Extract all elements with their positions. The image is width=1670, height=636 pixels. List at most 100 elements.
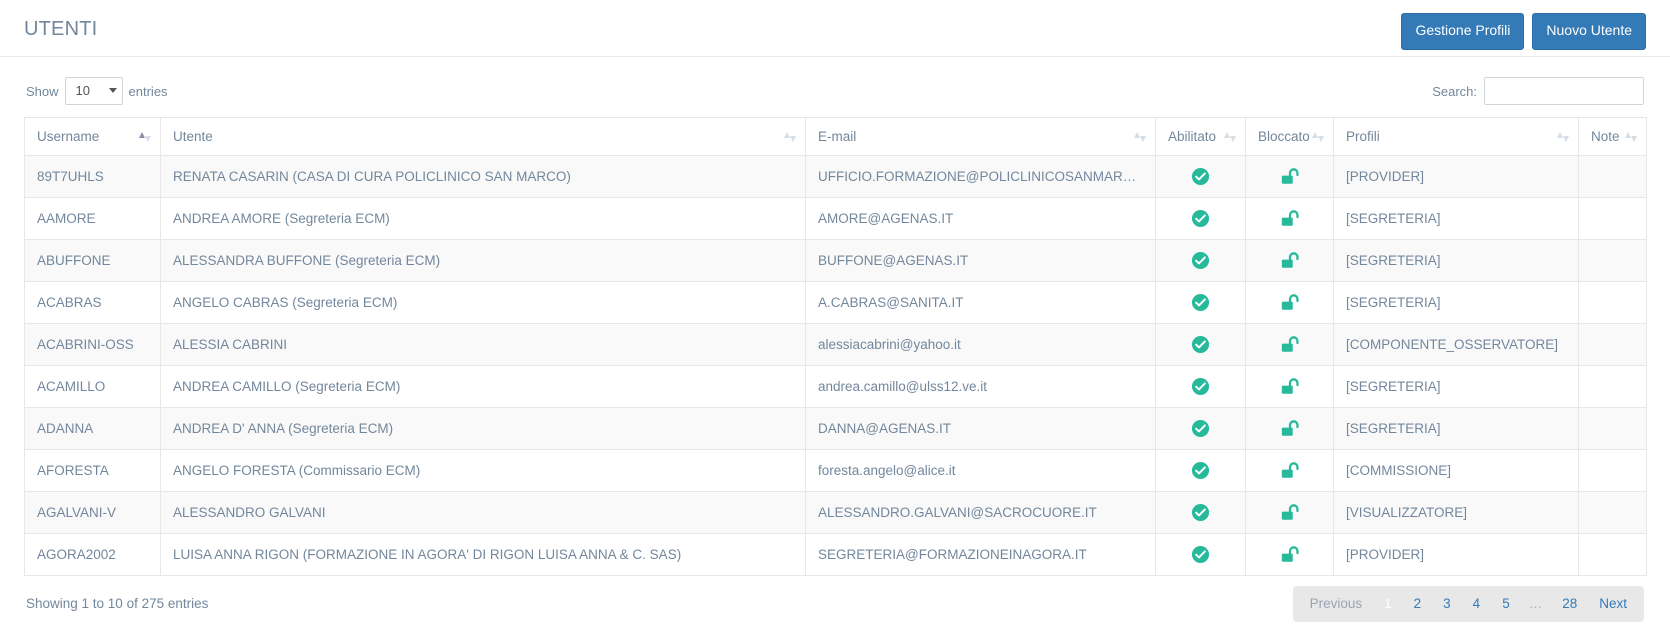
panel-header: UTENTI Gestione Profili Nuovo Utente [0, 0, 1670, 57]
cell-note [1578, 365, 1647, 408]
table-row[interactable]: AAMORE ANDREA AMORE (Segreteria ECM) AMORE… [24, 197, 1647, 240]
search-input[interactable] [1484, 77, 1644, 105]
cell-note [1578, 491, 1647, 534]
page-length-select-wrapper[interactable]: 10 25 50 100 [64, 77, 123, 105]
cell-profili: [SEGRETERIA] [1333, 407, 1579, 450]
cell-profili: [PROVIDER] [1333, 533, 1579, 576]
enabled-check-icon [1191, 503, 1210, 522]
column-header-utente[interactable]: Utente [160, 117, 806, 156]
search-label: Search: [1432, 83, 1477, 99]
table-row[interactable]: AGALVANI-V ALESSANDRO GALVANI ALESSANDRO.G… [24, 491, 1647, 534]
pagination-4-button[interactable]: 4 [1462, 590, 1492, 618]
cell-email: ALESSANDRO.GALVANI@SACROCUORE.IT [805, 491, 1156, 534]
cell-profili: [SEGRETERIA] [1333, 365, 1579, 408]
cell-utente: LUISA ANNA RIGON (FORMAZIONE IN AGORA' D… [160, 533, 806, 576]
cell-utente: ANGELO FORESTA (Commissario ECM) [160, 449, 806, 492]
cell-note [1578, 407, 1647, 450]
cell-abilitato [1155, 281, 1246, 324]
enabled-check-icon [1191, 167, 1210, 186]
table-row[interactable]: ADANNA ANDREA D' ANNA (Segreteria ECM) DAN… [24, 407, 1647, 450]
unlocked-padlock-icon [1280, 209, 1300, 228]
sort-icon [1224, 131, 1236, 142]
table-row[interactable]: ABUFFONE ALESSANDRA BUFFONE (Segreteria E… [24, 239, 1647, 282]
column-header-email[interactable]: E-mail [805, 117, 1156, 156]
pagination: Previous 1 2 3 4 5 … 28 Next [1292, 586, 1644, 623]
cell-username: ACABRINI-OSS [24, 323, 161, 366]
cell-note [1578, 197, 1647, 240]
pagination-1-button[interactable]: 1 [1373, 590, 1403, 618]
table-header: Username Utente E-mail Abilitato Bloccat… [24, 117, 1647, 156]
cell-bloccato [1245, 365, 1334, 408]
cell-username: ADANNA [24, 407, 161, 450]
column-label-note: Note [1591, 129, 1620, 144]
cell-profili: [PROVIDER] [1333, 155, 1579, 198]
cell-email: BUFFONE@AGENAS.IT [805, 239, 1156, 282]
cell-bloccato [1245, 323, 1334, 366]
table-body: 89T7UHLS RENATA CASARIN (CASA DI CURA POL… [24, 155, 1647, 576]
cell-username: AGORA2002 [24, 533, 161, 576]
table-row[interactable]: AFORESTA ANGELO FORESTA (Commissario ECM)… [24, 449, 1647, 492]
column-label-username: Username [37, 129, 100, 144]
column-label-utente: Utente [173, 129, 213, 144]
table-row[interactable]: 89T7UHLS RENATA CASARIN (CASA DI CURA POL… [24, 155, 1647, 198]
column-header-username[interactable]: Username [24, 117, 161, 156]
cell-utente: ALESSANDRO GALVANI [160, 491, 806, 534]
column-header-abilitato[interactable]: Abilitato [1155, 117, 1246, 156]
cell-abilitato [1155, 155, 1246, 198]
cell-utente: RENATA CASARIN (CASA DI CURA POLICLINICO… [160, 155, 806, 198]
cell-abilitato [1155, 197, 1246, 240]
unlocked-padlock-icon [1280, 251, 1300, 270]
table-container: Username Utente E-mail Abilitato Bloccat… [0, 117, 1670, 576]
table-row[interactable]: AGORA2002 LUISA ANNA RIGON (FORMAZIONE IN… [24, 533, 1647, 576]
sort-icon [1557, 131, 1569, 142]
cell-utente: ANGELO CABRAS (Segreteria ECM) [160, 281, 806, 324]
cell-abilitato [1155, 533, 1246, 576]
pagination--button: … [1528, 596, 1544, 611]
cell-email: foresta.angelo@alice.it [805, 449, 1156, 492]
cell-bloccato [1245, 155, 1334, 198]
cell-profili: [SEGRETERIA] [1333, 239, 1579, 282]
gestione-profili-button[interactable]: Gestione Profili [1401, 13, 1525, 50]
users-table: Username Utente E-mail Abilitato Bloccat… [24, 117, 1647, 576]
unlocked-padlock-icon [1280, 461, 1300, 480]
enabled-check-icon [1191, 377, 1210, 396]
cell-abilitato [1155, 407, 1246, 450]
table-row[interactable]: ACAMILLO ANDREA CAMILLO (Segreteria ECM) a… [24, 365, 1647, 408]
pagination-next-button[interactable]: Next [1588, 590, 1638, 618]
cell-profili: [COMPONENTE_OSSERVATORE] [1333, 323, 1579, 366]
users-panel: UTENTI Gestione Profili Nuovo Utente Sho… [0, 0, 1670, 636]
header-actions: Gestione Profili Nuovo Utente [1401, 13, 1646, 50]
table-row[interactable]: ACABRINI-OSS ALESSIA CABRINI alessiacabrin… [24, 323, 1647, 366]
unlocked-padlock-icon [1280, 293, 1300, 312]
sort-icon [1134, 131, 1146, 142]
cell-utente: ALESSANDRA BUFFONE (Segreteria ECM) [160, 239, 806, 282]
unlocked-padlock-icon [1280, 377, 1300, 396]
column-label-profili: Profili [1346, 129, 1380, 144]
table-row[interactable]: ACABRAS ANGELO CABRAS (Segreteria ECM) A.C… [24, 281, 1647, 324]
pagination-3-button[interactable]: 3 [1432, 590, 1462, 618]
column-header-profili[interactable]: Profili [1333, 117, 1579, 156]
cell-email: DANNA@AGENAS.IT [805, 407, 1156, 450]
column-header-note[interactable]: Note [1578, 117, 1647, 156]
unlocked-padlock-icon [1280, 335, 1300, 354]
enabled-check-icon [1191, 209, 1210, 228]
cell-email: andrea.camillo@ulss12.ve.it [805, 365, 1156, 408]
datatable-footer: Showing 1 to 10 of 275 entries Previous 1… [0, 580, 1670, 636]
page-length-select[interactable]: 10 25 50 100 [64, 77, 123, 105]
pagination-2-button[interactable]: 2 [1403, 590, 1433, 618]
cell-note [1578, 281, 1647, 324]
sort-icon [784, 131, 796, 142]
cell-username: AAMORE [24, 197, 161, 240]
enabled-check-icon [1191, 419, 1210, 438]
pagination-28-button[interactable]: 28 [1551, 590, 1588, 618]
nuovo-utente-button[interactable]: Nuovo Utente [1532, 13, 1646, 50]
column-header-bloccato[interactable]: Bloccato [1245, 117, 1334, 156]
pagination-previous-button[interactable]: Previous [1299, 590, 1374, 618]
datatable-toolbar: Show 10 25 50 100 entries Search: [0, 69, 1670, 113]
cell-bloccato [1245, 239, 1334, 282]
cell-abilitato [1155, 491, 1246, 534]
cell-email: AMORE@AGENAS.IT [805, 197, 1156, 240]
column-label-abilitato: Abilitato [1168, 129, 1217, 144]
pagination-5-button[interactable]: 5 [1491, 590, 1521, 618]
cell-bloccato [1245, 449, 1334, 492]
